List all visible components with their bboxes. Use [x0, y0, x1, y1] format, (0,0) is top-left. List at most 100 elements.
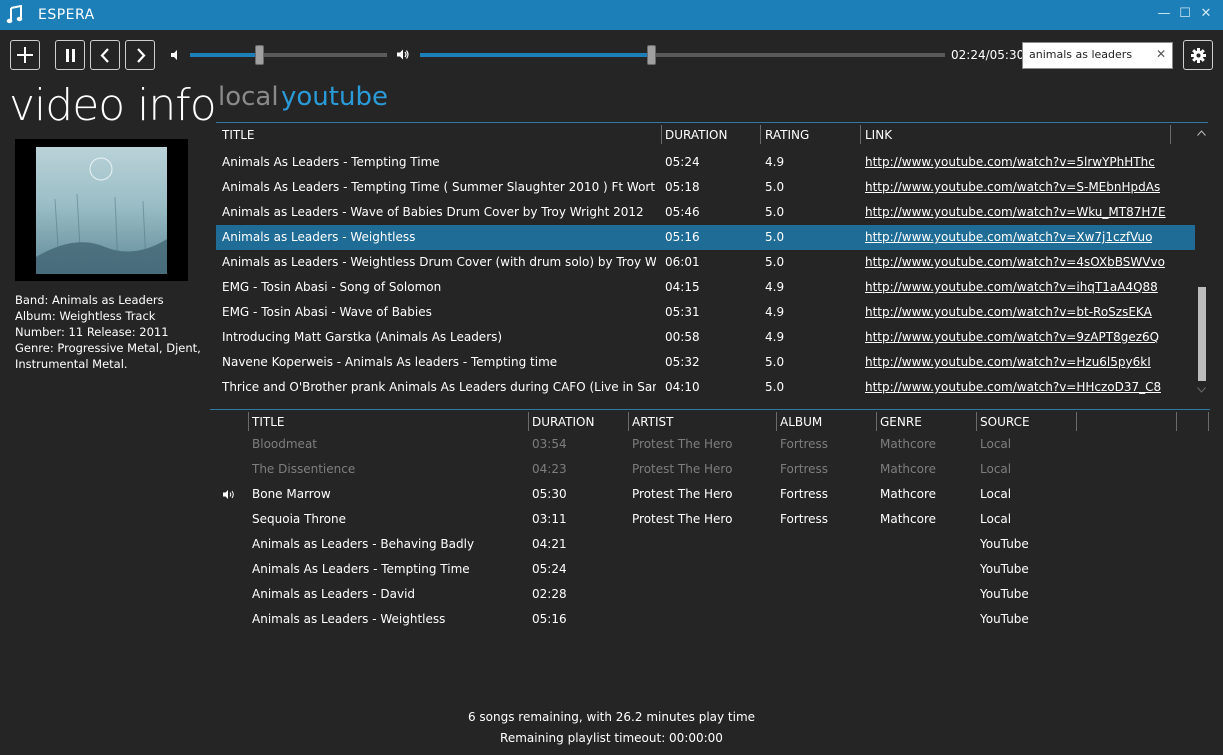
album-metadata: Band: Animals as Leaders Album: Weightle…	[15, 293, 201, 371]
result-duration: 04:10	[665, 380, 700, 394]
track-source: YouTube	[980, 612, 1029, 626]
column-divider[interactable]	[661, 125, 662, 144]
pause-button[interactable]	[55, 40, 85, 70]
track-source: Local	[980, 512, 1012, 526]
header-link[interactable]: LINK	[865, 128, 892, 142]
maximize-button[interactable]: ☐	[1177, 6, 1193, 22]
result-title: Animals As Leaders - Tempting Time	[222, 155, 440, 169]
playlist-row[interactable]: Sequoia Throne 03:11 Protest The Hero Fortr…	[216, 507, 1206, 532]
column-divider[interactable]	[776, 412, 777, 431]
add-button[interactable]	[10, 40, 40, 70]
volume-slider[interactable]	[190, 53, 387, 57]
result-link[interactable]: http://www.youtube.com/watch?v=Wku_MT87H…	[865, 205, 1166, 219]
youtube-result-row[interactable]: EMG - Tosin Abasi - Song of Solomon 04:15…	[216, 275, 1195, 300]
volume-high-icon[interactable]	[396, 48, 410, 61]
column-divider[interactable]	[248, 412, 249, 431]
result-link[interactable]: http://www.youtube.com/watch?v=9zAPT8gez…	[865, 330, 1159, 344]
playlist-header-source[interactable]: SOURCE	[980, 415, 1030, 429]
youtube-table-scrollbar-thumb[interactable]	[1198, 287, 1206, 381]
track-duration: 03:11	[532, 512, 567, 526]
result-link[interactable]: http://www.youtube.com/watch?v=bt-RoSzsE…	[865, 305, 1152, 319]
music-note-icon	[6, 5, 23, 24]
youtube-result-row-selected[interactable]: Animals as Leaders - Weightless 05:16 5.0 h…	[216, 225, 1195, 250]
result-duration: 00:58	[665, 330, 700, 344]
result-duration: 04:15	[665, 280, 700, 294]
track-source: Local	[980, 437, 1012, 451]
previous-button[interactable]	[90, 40, 120, 70]
track-album: Fortress	[780, 462, 829, 476]
column-divider[interactable]	[876, 412, 877, 431]
volume-slider-fill	[190, 53, 259, 57]
playlist-row[interactable]: Animals as Leaders - Weightless 05:16 YouT…	[216, 607, 1206, 632]
playlist-header-title[interactable]: TITLE	[252, 415, 284, 429]
youtube-result-row[interactable]: Animals As Leaders - Tempting Time ( Sum…	[216, 175, 1195, 200]
plus-icon	[17, 47, 33, 63]
youtube-result-row[interactable]: Animals as Leaders - Weightless Drum Cov…	[216, 250, 1195, 275]
column-divider[interactable]	[1076, 412, 1077, 431]
track-genre: Mathcore	[880, 462, 937, 476]
volume-slider-thumb[interactable]	[255, 45, 264, 65]
scroll-up-icon[interactable]	[1197, 130, 1206, 136]
tab-youtube[interactable]: youtube	[281, 82, 388, 112]
column-divider[interactable]	[1208, 412, 1209, 431]
playlist-timeout-status: Remaining playlist timeout: 00:00:00	[500, 731, 723, 745]
header-rating[interactable]: RATING	[765, 128, 809, 142]
playlist-row[interactable]: Animals as Leaders - Behaving Badly 04:21…	[216, 532, 1206, 557]
header-title[interactable]: TITLE	[222, 128, 254, 142]
result-link[interactable]: http://www.youtube.com/watch?v=Hzu6l5py6…	[865, 355, 1151, 369]
track-album: Fortress	[780, 512, 829, 526]
playlist-header-artist[interactable]: ARTIST	[632, 415, 674, 429]
youtube-result-row[interactable]: Animals As Leaders - Tempting Time 05:24 4…	[216, 150, 1195, 175]
youtube-result-row[interactable]: EMG - Tosin Abasi - Wave of Babies 05:31 4…	[216, 300, 1195, 325]
result-link[interactable]: http://www.youtube.com/watch?v=4sOXbBSWV…	[865, 255, 1165, 269]
youtube-result-row[interactable]: Animals as Leaders - Wave of Babies Drum…	[216, 200, 1195, 225]
playlist-header-duration[interactable]: DURATION	[532, 415, 594, 429]
youtube-result-row[interactable]: Introducing Matt Garstka (Animals As Lea…	[216, 325, 1195, 350]
track-genre: Mathcore	[880, 512, 937, 526]
column-divider[interactable]	[760, 125, 761, 144]
playlist-row-now-playing[interactable]: Bone Marrow 05:30 Protest The Hero Fortress…	[216, 482, 1206, 507]
settings-button[interactable]	[1183, 40, 1213, 70]
playlist-row[interactable]: Animals As Leaders - Tempting Time 05:24 Y…	[216, 557, 1206, 582]
youtube-result-row[interactable]: Navene Koperweis - Animals As leaders - …	[216, 350, 1195, 375]
header-duration[interactable]: DURATION	[665, 128, 727, 142]
track-title: Animals as Leaders - Behaving Badly	[252, 537, 475, 551]
column-divider[interactable]	[976, 412, 977, 431]
column-divider[interactable]	[628, 412, 629, 431]
tab-local[interactable]: local	[218, 82, 279, 112]
result-link[interactable]: http://www.youtube.com/watch?v=5lrwYPhHT…	[865, 155, 1155, 169]
result-duration: 05:24	[665, 155, 700, 169]
column-divider[interactable]	[860, 125, 861, 144]
result-link[interactable]: http://www.youtube.com/watch?v=S-MEbnHpd…	[865, 180, 1160, 194]
track-source: YouTube	[980, 587, 1029, 601]
playlist-row[interactable]: The Dissentience 04:23 Protest The Hero For…	[216, 457, 1206, 482]
clear-search-icon[interactable]: ✕	[1156, 47, 1166, 61]
youtube-result-row[interactable]: Thrice and O'Brother prank Animals As Le…	[216, 375, 1195, 400]
result-link[interactable]: http://www.youtube.com/watch?v=ihqT1aA4Q…	[865, 280, 1158, 294]
progress-slider[interactable]	[420, 53, 945, 57]
track-duration: 05:24	[532, 562, 567, 576]
playlist-row[interactable]: Bloodmeat 03:54 Protest The Hero Fortress Ma…	[216, 432, 1206, 457]
result-link[interactable]: http://www.youtube.com/watch?v=HHczoD37_…	[865, 380, 1161, 394]
result-link[interactable]: http://www.youtube.com/watch?v=Xw7j1czfV…	[865, 230, 1152, 244]
close-button[interactable]: ✕	[1198, 6, 1214, 22]
search-box[interactable]: ✕	[1022, 42, 1173, 69]
result-title: Animals As Leaders - Tempting Time ( Sum…	[222, 180, 656, 194]
playlist-header-genre[interactable]: GENRE	[880, 415, 922, 429]
next-button[interactable]	[125, 40, 155, 70]
column-divider[interactable]	[1176, 412, 1177, 431]
column-divider[interactable]	[528, 412, 529, 431]
playlist-row[interactable]: Animals as Leaders - David 02:28 YouTube	[216, 582, 1206, 607]
result-duration: 05:32	[665, 355, 700, 369]
progress-slider-thumb[interactable]	[647, 45, 656, 65]
minimize-button[interactable]: —	[1156, 6, 1172, 22]
result-title: Animals as Leaders - Weightless	[222, 230, 416, 244]
column-divider[interactable]	[1170, 125, 1171, 144]
playlist-header-album[interactable]: ALBUM	[780, 415, 822, 429]
scroll-down-icon[interactable]	[1197, 387, 1206, 393]
search-input[interactable]	[1029, 48, 1151, 61]
track-title: The Dissentience	[252, 462, 356, 476]
volume-low-icon[interactable]	[170, 49, 182, 61]
chevron-right-icon	[137, 48, 146, 63]
title-bar: ESPERA — ☐ ✕	[0, 0, 1223, 30]
